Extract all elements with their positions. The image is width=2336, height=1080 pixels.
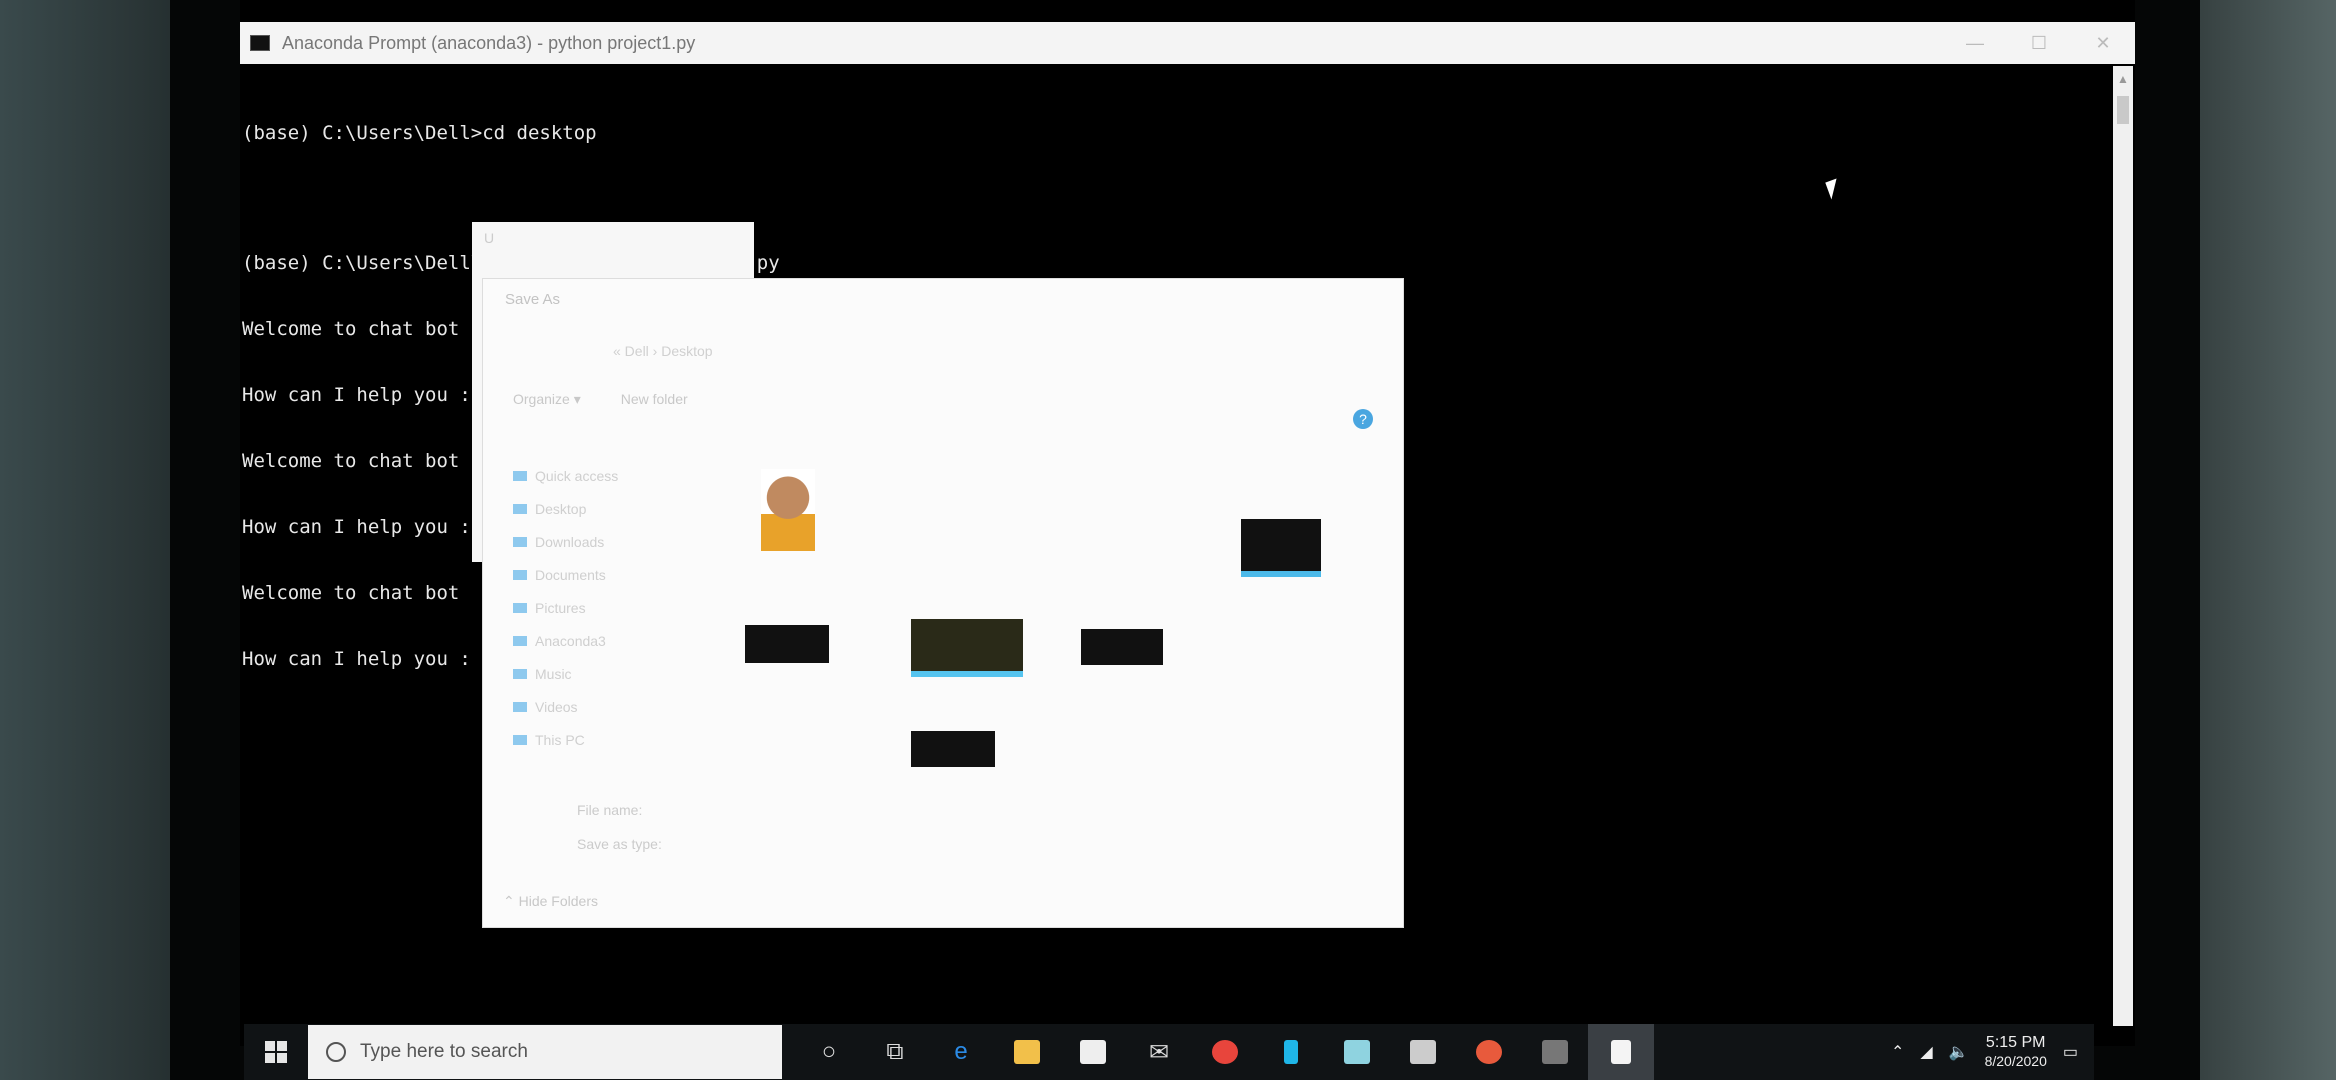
hide-folders-button[interactable]: ⌃ Hide Folders: [503, 893, 598, 910]
minimize-button[interactable]: —: [1943, 22, 2007, 64]
taskbar-apps: ○ ⧉ e ✉: [796, 1024, 1654, 1080]
console-taskbar-icon[interactable]: [1522, 1024, 1588, 1080]
file-thumbnail-photo[interactable]: [761, 469, 815, 551]
app-icon-blue[interactable]: [1258, 1024, 1324, 1080]
vertical-scrollbar[interactable]: ▲: [2113, 66, 2133, 1026]
dialog-title: Save As: [505, 291, 561, 308]
nav-item-desktop[interactable]: Desktop: [513, 492, 693, 525]
dialog-toolbar: Organize ▾ New folder: [513, 391, 688, 408]
close-button[interactable]: ✕: [2071, 22, 2135, 64]
windows-logo-icon: [265, 1041, 287, 1063]
folder-icon: [513, 503, 527, 514]
taskbar: Type here to search ○ ⧉ e ✉ ⌃ ◢ 🔈 5:15 P…: [244, 1024, 2094, 1080]
save-as-type-label: Save as type:: [577, 836, 662, 852]
nav-item-this-pc[interactable]: This PC: [513, 723, 693, 756]
nav-item-quick-access[interactable]: Quick access: [513, 459, 693, 492]
screen: Anaconda Prompt (anaconda3) - python pro…: [240, 0, 2135, 1046]
scrollbar-thumb[interactable]: [2117, 96, 2129, 124]
nav-item-music[interactable]: Music: [513, 657, 693, 690]
nav-label: Videos: [535, 698, 578, 715]
file-thumbnail[interactable]: [911, 731, 995, 767]
start-button[interactable]: [244, 1024, 308, 1080]
nav-item-anaconda3[interactable]: Anaconda3: [513, 624, 693, 657]
help-icon[interactable]: ?: [1353, 409, 1373, 429]
save-as-dialog[interactable]: Save As « Dell › Desktop Organize ▾ New …: [482, 278, 1404, 928]
clock-time: 5:15 PM: [1985, 1034, 2046, 1051]
system-tray: ⌃ ◢ 🔈 5:15 PM 8/20/2020 ▭: [1891, 1034, 2094, 1070]
cortana-icon[interactable]: ○: [796, 1024, 862, 1080]
file-thumbnail[interactable]: [911, 619, 1023, 677]
nav-label: Music: [535, 665, 572, 682]
file-explorer-icon[interactable]: [994, 1024, 1060, 1080]
address-bar[interactable]: « Dell › Desktop: [613, 343, 713, 359]
nav-label: Documents: [535, 566, 606, 583]
notepad-taskbar-icon[interactable]: [1588, 1024, 1654, 1080]
photos-icon[interactable]: [1390, 1024, 1456, 1080]
volume-icon[interactable]: 🔈: [1949, 1042, 1969, 1062]
nav-label: Quick access: [535, 467, 619, 484]
new-folder-button[interactable]: New folder: [621, 391, 688, 408]
clock[interactable]: 5:15 PM 8/20/2020: [1985, 1034, 2047, 1070]
file-name-label: File name:: [577, 802, 643, 818]
store-icon[interactable]: [1060, 1024, 1126, 1080]
notepad-title: U: [484, 230, 495, 246]
search-placeholder: Type here to search: [360, 1041, 528, 1062]
mail-icon[interactable]: ✉: [1126, 1024, 1192, 1080]
nav-label: Desktop: [535, 500, 587, 517]
download-icon: [513, 536, 527, 547]
file-fields: File name: Save as type:: [577, 793, 662, 861]
taskbar-search-box[interactable]: Type here to search: [308, 1025, 782, 1079]
nav-label: Pictures: [535, 599, 586, 616]
nav-item-downloads[interactable]: Downloads: [513, 525, 693, 558]
file-thumbnail[interactable]: [745, 625, 829, 663]
terminal-line: (base) C:\Users\Dell>cd desktop: [242, 122, 597, 144]
task-view-icon[interactable]: ⧉: [862, 1024, 928, 1080]
clock-date: 8/20/2020: [1984, 1053, 2047, 1069]
nav-item-documents[interactable]: Documents: [513, 558, 693, 591]
picture-icon: [513, 602, 527, 613]
chrome-icon[interactable]: [1192, 1024, 1258, 1080]
wifi-icon[interactable]: ◢: [1920, 1042, 1932, 1062]
nav-label: Anaconda3: [535, 632, 606, 649]
document-icon: [513, 569, 527, 580]
video-icon: [513, 701, 527, 712]
computer-icon: [513, 734, 527, 745]
paint-icon[interactable]: [1456, 1024, 1522, 1080]
nav-item-pictures[interactable]: Pictures: [513, 591, 693, 624]
console-icon: [250, 35, 270, 51]
search-icon: [326, 1042, 346, 1062]
window-titlebar[interactable]: Anaconda Prompt (anaconda3) - python pro…: [240, 22, 2135, 64]
folder-icon: [513, 635, 527, 646]
nav-label: This PC: [535, 731, 585, 748]
hide-folders-label: Hide Folders: [518, 893, 598, 909]
edge-icon[interactable]: e: [928, 1024, 994, 1080]
star-icon: [513, 470, 527, 481]
organize-button[interactable]: Organize ▾: [513, 391, 581, 408]
file-thumbnail[interactable]: [1241, 519, 1321, 577]
notifications-icon[interactable]: ▭: [2063, 1042, 2078, 1062]
music-icon: [513, 668, 527, 679]
window-title: Anaconda Prompt (anaconda3) - python pro…: [282, 32, 696, 53]
chevron-up-icon[interactable]: ⌃: [1891, 1042, 1904, 1062]
scroll-up-icon[interactable]: ▲: [2117, 72, 2129, 86]
file-thumbnail[interactable]: [1081, 629, 1163, 665]
maximize-button[interactable]: ☐: [2007, 22, 2071, 64]
nav-label: Downloads: [535, 533, 605, 550]
app-icon-teal[interactable]: [1324, 1024, 1390, 1080]
navigation-pane: Quick access Desktop Downloads Documents…: [513, 459, 693, 756]
nav-item-videos[interactable]: Videos: [513, 690, 693, 723]
